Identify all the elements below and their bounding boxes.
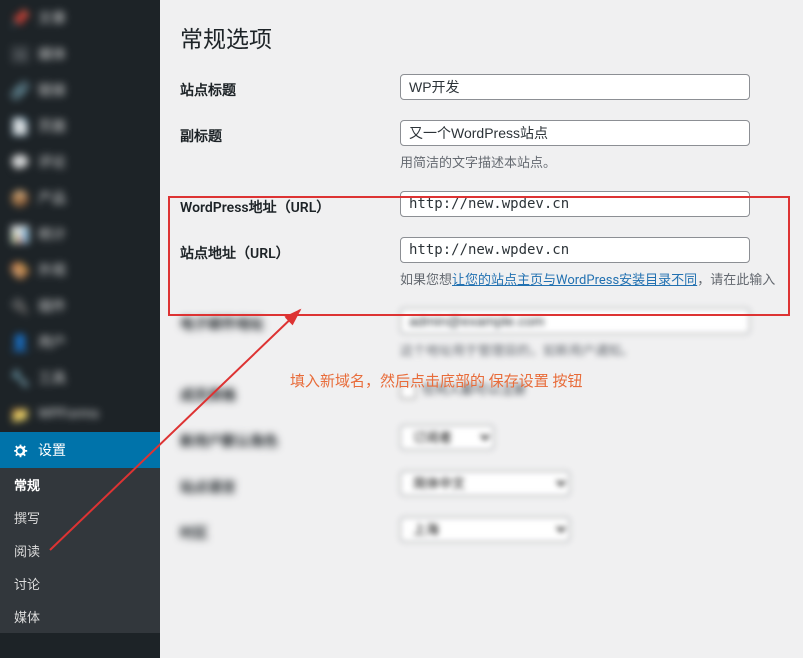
menu-icon: 💬 — [10, 152, 30, 172]
sidebar-item-blurred[interactable]: 🔗 链接 — [0, 72, 160, 108]
sidebar-item-blurred[interactable]: 💬 评论 — [0, 144, 160, 180]
sidebar-item-label: 链接 — [38, 80, 66, 100]
input-siteurl[interactable] — [400, 237, 750, 263]
sidebar-sub-阅读[interactable]: 阅读 — [0, 534, 160, 567]
sidebar-item-blurred[interactable]: 📄 页面 — [0, 108, 160, 144]
menu-icon: 📁 — [10, 404, 30, 424]
menu-icon: 🔌 — [10, 296, 30, 316]
sidebar-item-blurred[interactable]: 📌 文章 — [0, 0, 160, 36]
link-siteurl-help[interactable]: 让您的站点主页与WordPress安装目录不同 — [452, 273, 697, 288]
sidebar-sub-讨论[interactable]: 讨论 — [0, 567, 160, 600]
menu-icon: 🔧 — [10, 368, 30, 388]
sidebar-item-blurred[interactable]: 🖼 媒体 — [0, 36, 160, 72]
row-blur-lang: 站点语言 简体中文 — [180, 471, 783, 497]
sidebar-sub-常规[interactable]: 常规 — [0, 468, 160, 501]
menu-icon: 👤 — [10, 332, 30, 352]
settings-icon — [10, 440, 30, 460]
sidebar-item-blurred[interactable]: 📁 WPForms — [0, 396, 160, 432]
desc-tagline: 用简洁的文字描述本站点。 — [400, 152, 783, 171]
sidebar-item-blurred[interactable]: 🔌 插件 — [0, 288, 160, 324]
menu-icon: 📦 — [10, 188, 30, 208]
input-site-title[interactable] — [400, 74, 750, 100]
menu-icon: 🔗 — [10, 80, 30, 100]
sidebar-item-blurred[interactable]: 📊 统计 — [0, 216, 160, 252]
sidebar-item-label: 设置 — [38, 440, 66, 460]
input-tagline[interactable] — [400, 120, 750, 146]
label-blur-tz: 时区 — [180, 517, 400, 543]
input-wpurl[interactable] — [400, 191, 750, 217]
admin-sidebar: 📌 文章 🖼 媒体 🔗 链接 📄 页面 💬 评论 📦 产品 📊 统计 🎨 外观 🔌 插件 👤 用户 🔧 工具 📁 WPForm… — [0, 0, 160, 658]
sidebar-item-label: WPForms — [38, 406, 99, 422]
sidebar-item-label: 页面 — [38, 116, 66, 136]
row-blur-email: 电子邮件地址 这个地址用于管理目的，如新用户通知。 — [180, 308, 783, 359]
select-blur-role[interactable]: 订阅者 — [400, 425, 494, 450]
sidebar-item-label: 评论 — [38, 152, 66, 172]
select-blur-lang[interactable]: 简体中文 — [400, 471, 570, 496]
menu-icon: 📊 — [10, 224, 30, 244]
row-siteurl: 站点地址（URL） 如果您想让您的站点主页与WordPress安装目录不同，请在… — [180, 237, 783, 288]
sidebar-sub-撰写[interactable]: 撰写 — [0, 501, 160, 534]
sidebar-item-settings[interactable]: 设置 — [0, 432, 160, 468]
label-blur-email: 电子邮件地址 — [180, 308, 400, 334]
sidebar-item-blurred[interactable]: 📦 产品 — [0, 180, 160, 216]
sidebar-item-label: 外观 — [38, 260, 66, 280]
input-blur-email[interactable] — [400, 308, 750, 334]
sidebar-item-label: 插件 — [38, 296, 66, 316]
desc-siteurl: 如果您想让您的站点主页与WordPress安装目录不同，请在此输入 — [400, 269, 783, 288]
menu-icon: 📄 — [10, 116, 30, 136]
label-siteurl: 站点地址（URL） — [180, 237, 400, 263]
page-title: 常规选项 — [180, 20, 783, 54]
sidebar-item-label: 文章 — [38, 8, 66, 28]
label-tagline: 副标题 — [180, 120, 400, 146]
sidebar-item-label: 用户 — [38, 332, 66, 352]
desc-blur-email: 这个地址用于管理目的，如新用户通知。 — [400, 340, 634, 359]
sidebar-item-blurred[interactable]: 🎨 外观 — [0, 252, 160, 288]
menu-icon: 🖼 — [10, 44, 30, 64]
sidebar-item-label: 产品 — [38, 188, 66, 208]
annotation-text: 填入新域名，然后点击底部的 保存设置 按钮 — [290, 370, 582, 391]
row-blur-tz: 时区 上海 — [180, 517, 783, 543]
label-wpurl: WordPress地址（URL） — [180, 191, 400, 217]
sidebar-item-blurred[interactable]: 🔧 工具 — [0, 360, 160, 396]
label-blur-role: 新用户默认角色 — [180, 425, 400, 451]
menu-icon: 📌 — [10, 8, 30, 28]
sidebar-item-label: 媒体 — [38, 44, 66, 64]
label-blur-lang: 站点语言 — [180, 471, 400, 497]
label-site-title: 站点标题 — [180, 74, 400, 100]
sidebar-sub-媒体[interactable]: 媒体 — [0, 600, 160, 633]
main-content: 常规选项 站点标题 副标题 用简洁的文字描述本站点。 WordPress地址（U… — [160, 0, 803, 563]
select-blur-tz[interactable]: 上海 — [400, 517, 570, 542]
menu-icon: 🎨 — [10, 260, 30, 280]
row-site-title: 站点标题 — [180, 74, 783, 100]
row-blur-role: 新用户默认角色 订阅者 — [180, 425, 783, 451]
sidebar-item-label: 工具 — [38, 368, 66, 388]
sidebar-item-label: 统计 — [38, 224, 66, 244]
row-tagline: 副标题 用简洁的文字描述本站点。 — [180, 120, 783, 171]
sidebar-item-blurred[interactable]: 👤 用户 — [0, 324, 160, 360]
row-wpurl: WordPress地址（URL） — [180, 191, 783, 217]
